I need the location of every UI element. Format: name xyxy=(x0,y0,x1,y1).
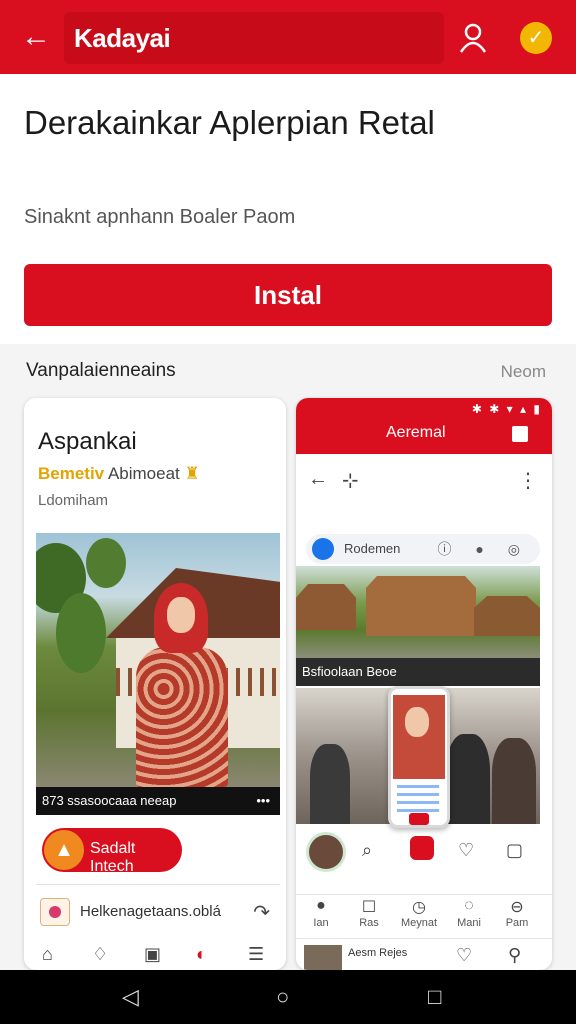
card-bottom-row: Aesm Rejes ♡ ⚲ xyxy=(296,938,552,970)
card-actions: ⌕ ♡ ▢ xyxy=(296,830,552,874)
avatar[interactable] xyxy=(306,832,346,872)
bottom-row-text: Aesm Rejes xyxy=(348,947,408,959)
search-field[interactable]: Kadayai xyxy=(64,12,444,64)
share-icon[interactable]: ↷ xyxy=(253,900,270,925)
check-badge-icon[interactable]: ✓ xyxy=(520,22,552,54)
app-subtitle: Sinaknt apnhann Boaler Paom xyxy=(24,206,296,228)
thumbnail[interactable] xyxy=(304,945,342,970)
section-heading: Vanpalaienneains xyxy=(26,360,176,381)
leaf-icon[interactable]: ♢ xyxy=(92,944,108,965)
search-action-icons[interactable]: ⓘ ● ◎ xyxy=(438,539,530,559)
person-figure xyxy=(132,583,232,787)
nav-item-1[interactable]: ● Ian xyxy=(296,897,346,929)
card-tagline: Bemetiv Abimoeat ♜ xyxy=(38,464,200,484)
notification-icon[interactable]: ◐ xyxy=(196,944,207,965)
card-app-title: Aeremal xyxy=(386,424,446,441)
screenshot-card-right[interactable]: ✱ ✱ ▾ ▴ ▮ Aeremal ← ⊹ ⋮ Rodemen ⓘ ● ◎ Bs… xyxy=(296,398,552,970)
card-app-bar: ✱ ✱ ▾ ▴ ▮ Aeremal xyxy=(296,398,552,454)
card-title: Aspankai xyxy=(38,428,137,455)
nav-item-5[interactable]: ⊖ Pam xyxy=(492,897,542,929)
tag-gold: Bemetiv xyxy=(38,464,105,483)
nav-home-icon[interactable]: ○ xyxy=(276,984,289,1010)
photo-caption: Bsfioolaan Beoe xyxy=(296,658,540,686)
status-icons: ✱ ✱ ▾ ▴ ▮ xyxy=(471,402,542,416)
arrow-left-icon[interactable]: ← xyxy=(18,20,54,56)
card-toolbar: ← ⊹ ⋮ xyxy=(296,462,552,498)
card-search[interactable]: Rodemen ⓘ ● ◎ xyxy=(306,534,540,564)
arrow-left-icon[interactable]: ← xyxy=(308,468,328,491)
tag-plain: Abimoeat xyxy=(107,464,180,483)
photo-caption: 873 ssasoocaaa neeap ••• xyxy=(36,787,280,815)
square-icon[interactable] xyxy=(512,426,528,442)
app-title: Derakainkar Aplerpian Retal xyxy=(24,104,435,141)
box-icon[interactable]: ▣ xyxy=(144,944,161,965)
card-bottom-nav: ● Ian ☐ Ras ◷ Meynat ◌ Mani ⊖ Pam xyxy=(296,894,552,934)
village-photo xyxy=(296,566,540,658)
location-icon xyxy=(312,538,334,560)
card-bottom-nav: ⌂ ♢ ▣ ◐ ☰ xyxy=(24,938,286,970)
screenshot-card-left[interactable]: Aspankai Bemetiv Abimoeat ♜ Ldomiham 873… xyxy=(24,398,286,970)
nav-item-3[interactable]: ◷ Meynat xyxy=(394,897,444,929)
crown-icon: ♜ xyxy=(184,464,200,483)
nav-item-4[interactable]: ◌ Mani xyxy=(444,897,494,929)
user-icon[interactable] xyxy=(456,20,490,54)
flame-icon: ▲ xyxy=(44,830,84,870)
divider xyxy=(36,884,280,885)
more-vert-icon[interactable]: ⋮ xyxy=(518,468,538,493)
section-more-link[interactable]: Neom xyxy=(501,362,546,382)
record-icon[interactable] xyxy=(410,836,434,860)
heart-icon[interactable]: ♡ xyxy=(456,945,472,966)
action-button[interactable]: ▲ Sadalt Intech xyxy=(42,828,182,875)
search-icon[interactable]: ⌕ xyxy=(362,840,372,861)
nav-item-2[interactable]: ☐ Ras xyxy=(344,897,394,929)
app-bar: ← Kadayai ✓ xyxy=(0,0,576,74)
pin-icon[interactable]: ⊹ xyxy=(342,468,359,493)
heart-icon[interactable]: ♡ xyxy=(458,840,474,861)
system-nav-bar: ◁ ○ □ xyxy=(0,970,576,1024)
app-header: Derakainkar Aplerpian Retal Sinaknt apnh… xyxy=(0,74,576,344)
more-icon[interactable]: ••• xyxy=(256,787,270,815)
phone-mockup xyxy=(388,686,450,828)
card-subtitle: Ldomiham xyxy=(38,492,109,509)
link-row[interactable]: Helkenagetaans.oblá ↷ xyxy=(40,896,276,928)
link-thumbnail xyxy=(40,898,70,926)
bookmark-icon[interactable]: ▢ xyxy=(506,840,523,861)
card-search-text: Rodemen xyxy=(344,541,401,556)
install-button[interactable]: Instal xyxy=(24,264,552,326)
nav-recents-icon[interactable]: □ xyxy=(428,984,441,1010)
home-icon[interactable]: ⌂ xyxy=(42,944,53,965)
link-text: Helkenagetaans.oblá xyxy=(80,903,221,920)
nav-back-icon[interactable]: ◁ xyxy=(122,984,139,1010)
search-text: Kadayai xyxy=(74,23,171,53)
card-photo xyxy=(36,533,280,787)
menu-icon[interactable]: ☰ xyxy=(248,944,264,965)
user-icon[interactable]: ⚲ xyxy=(508,945,521,966)
